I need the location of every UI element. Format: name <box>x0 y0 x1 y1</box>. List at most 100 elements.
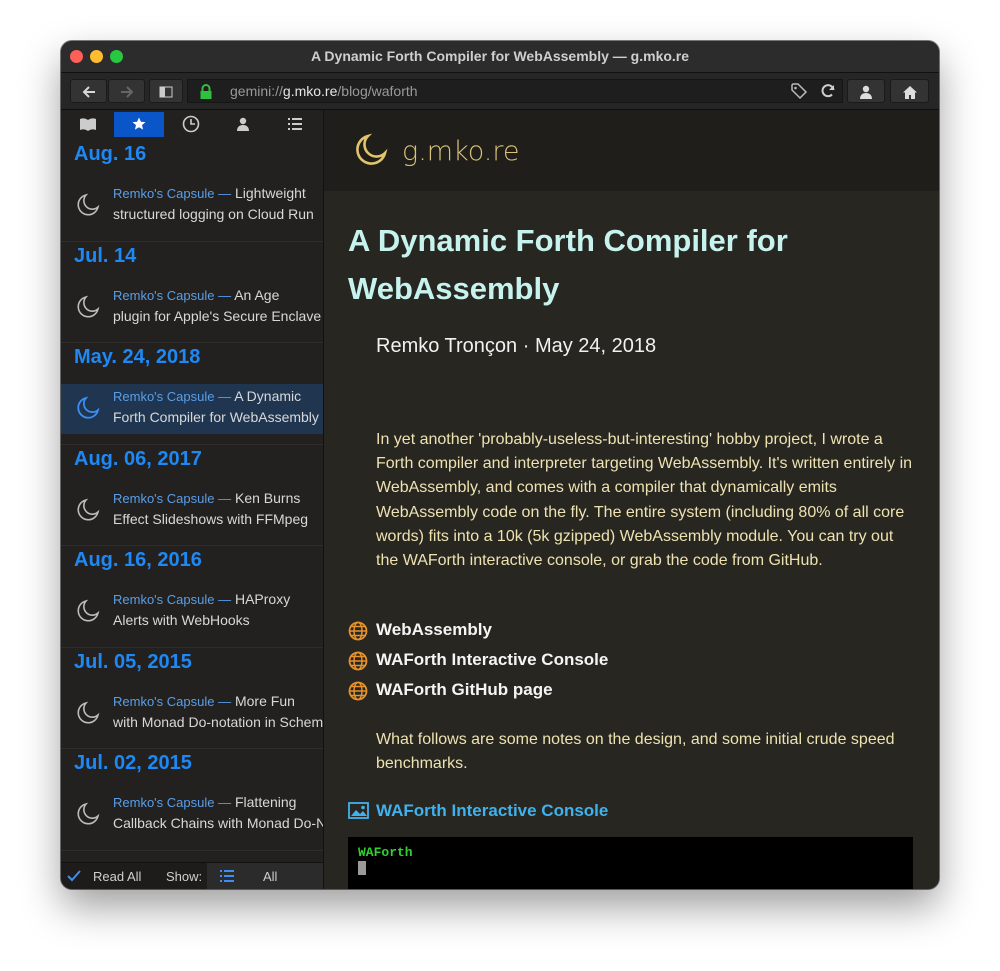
lock-icon <box>200 84 212 99</box>
tag-icon[interactable] <box>790 82 808 100</box>
image-link-label: WAForth Interactive Console <box>376 801 609 820</box>
feed-item[interactable]: Remko's Capsule — Ken Burns Effect Slides… <box>61 486 323 536</box>
feed-entry: Aug. 16 Remko's Capsule — Lightweight str… <box>61 140 323 242</box>
window-title: A Dynamic Forth Compiler for WebAssembly… <box>310 48 690 64</box>
item-title: More Fun <box>231 692 295 709</box>
item-title-cont: plugin for Apple's Secure Enclave <box>113 307 322 324</box>
page-title: A Dynamic Forth Compiler for WebAssembly <box>348 223 788 306</box>
sidebar-tabs <box>61 110 323 138</box>
item-title-cont: with Monad Do-notation in Scheme <box>113 713 323 730</box>
url-scheme: gemini:// <box>230 83 283 99</box>
item-title: Ken Burns <box>231 489 301 506</box>
browser-window: A Dynamic Forth Compiler for WebAssembly… <box>61 41 939 889</box>
capsule-name: Remko's Capsule — <box>113 490 232 506</box>
show-label: Show: <box>166 869 203 884</box>
tab-identities[interactable] <box>218 112 268 137</box>
site-title: g.mko.re <box>402 136 520 167</box>
console-text: WAForth <box>358 845 413 860</box>
moon-icon <box>77 396 100 419</box>
filter-value: All <box>263 869 278 884</box>
tab-outline[interactable] <box>270 112 320 137</box>
feed-item-selected[interactable]: Remko's Capsule — A Dynamic Forth Compile… <box>61 384 323 434</box>
feed-entry: Aug. 16, 2016 Remko's Capsule — HAProxy A… <box>61 546 323 648</box>
sidebar-toggle-button[interactable] <box>149 79 183 103</box>
item-title: HAProxy <box>231 591 291 607</box>
feed-list: Aug. 16 Remko's Capsule — Lightweight str… <box>61 140 323 862</box>
entry-date: Jul. 02, 2015 <box>74 752 192 774</box>
url-path: /blog/waforth <box>337 83 418 99</box>
item-title-cont: structured logging on Cloud Run <box>113 206 314 222</box>
entry-date: Aug. 06, 2017 <box>74 447 202 470</box>
forward-button[interactable] <box>108 79 145 103</box>
star-icon <box>132 117 146 130</box>
globe-icon <box>348 621 368 641</box>
reload-icon[interactable] <box>819 82 837 100</box>
arrow-right-icon <box>120 86 133 98</box>
feed-item[interactable]: Remko's Capsule — HAProxy Alerts with Web… <box>61 587 323 637</box>
tab-feeds[interactable] <box>114 112 164 137</box>
checkmark-icon <box>67 870 81 882</box>
feed-entry: Jul. 02, 2015 Remko's Capsule — Flatteni… <box>61 749 323 851</box>
back-button[interactable] <box>70 79 107 103</box>
moon-icon <box>77 802 100 825</box>
home-button[interactable] <box>890 79 929 103</box>
toolbar: gemini://g.mko.re/blog/waforth <box>61 73 939 110</box>
item-title: Flattening <box>231 794 297 810</box>
book-icon <box>80 118 96 131</box>
identity-button[interactable] <box>847 79 885 103</box>
item-title-cont: Callback Chains with Monad Do-Not <box>113 815 323 831</box>
capsule-name: Remko's Capsule — <box>113 693 232 709</box>
show-filter-dropdown[interactable]: All <box>207 863 323 889</box>
link-label: WAForth GitHub page <box>376 680 553 699</box>
entry-date: Aug. 16, 2016 <box>74 549 202 571</box>
clock-icon <box>182 115 200 133</box>
entry-date: Jul. 14 <box>74 244 137 267</box>
person-icon <box>860 85 872 99</box>
capsule-name: Remko's Capsule — <box>113 186 232 201</box>
byline: Remko Tronçon · May 24, 2018 <box>376 335 657 357</box>
feed-item[interactable]: Remko's Capsule — More Fun with Monad Do-… <box>61 689 323 739</box>
link-label: WAForth Interactive Console <box>376 650 609 669</box>
globe-icon <box>348 681 368 701</box>
sidebar: Aug. 16 Remko's Capsule — Lightweight str… <box>61 110 324 889</box>
arrow-left-icon <box>82 86 95 98</box>
follow-paragraph: What follows are some notes on the desig… <box>376 731 895 773</box>
person-icon <box>237 117 249 131</box>
feed-item[interactable]: Remko's Capsule — Lightweight structured … <box>61 181 323 231</box>
list-icon <box>288 118 302 130</box>
feed-entry: Aug. 06, 2017 Remko's Capsule — Ken Burn… <box>61 445 323 546</box>
feed-entry: Jul. 05, 2015 Remko's Capsule — More Fun… <box>61 648 323 749</box>
feed-item[interactable]: Remko's Capsule — Flattening Callback Cha… <box>61 790 323 840</box>
console-cursor <box>358 861 366 875</box>
feed-entry: Jul. 14 Remko's Capsule — An Age plugin f… <box>61 242 323 343</box>
item-title-cont: Forth Compiler for WebAssembly <box>113 409 319 425</box>
tab-history[interactable] <box>166 112 216 137</box>
page-content: g.mko.re A Dynamic Forth Compiler for We… <box>324 110 939 889</box>
address-bar[interactable]: gemini://g.mko.re/blog/waforth <box>187 79 843 103</box>
link-label: WebAssembly <box>376 620 492 639</box>
item-title: Lightweight <box>231 185 306 201</box>
capsule-name: Remko's Capsule — <box>113 795 232 810</box>
globe-icon <box>348 651 368 671</box>
url-host: g.mko.re <box>282 83 338 99</box>
capsule-name: Remko's Capsule — <box>113 389 232 404</box>
moon-icon <box>77 193 100 216</box>
feed-item[interactable]: Remko's Capsule — An Age plugin for Apple… <box>61 283 323 333</box>
site-banner: g.mko.re <box>324 110 939 191</box>
entry-date: Jul. 05, 2015 <box>74 650 192 673</box>
url-text[interactable]: gemini://g.mko.re/blog/waforth <box>230 83 418 99</box>
moon-icon <box>77 498 100 520</box>
image-icon <box>348 802 369 819</box>
console-image: WAForth <box>348 837 913 889</box>
moon-icon <box>77 599 100 622</box>
sidebar-footer: Read All Show: All <box>61 862 323 889</box>
item-title-cont: Alerts with WebHooks <box>113 612 250 628</box>
tab-bookmarks[interactable] <box>63 112 113 137</box>
moon-icon <box>356 133 388 165</box>
list-icon <box>220 870 234 882</box>
item-title: A Dynamic <box>231 388 302 404</box>
entry-date: Aug. 16 <box>74 143 147 165</box>
intro-paragraph: In yet another 'probably-useless-but-int… <box>376 431 913 570</box>
read-all-button[interactable]: Read All <box>93 869 141 884</box>
feed-entry: May. 24, 2018 Remko's Capsule — A Dynami… <box>61 343 323 445</box>
